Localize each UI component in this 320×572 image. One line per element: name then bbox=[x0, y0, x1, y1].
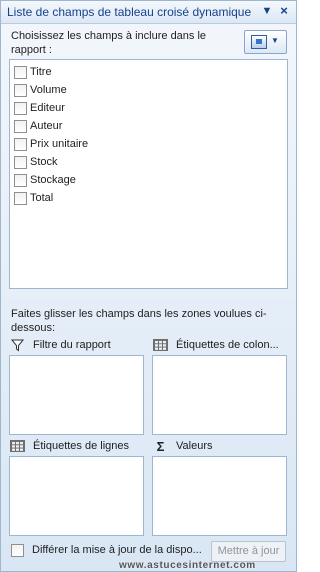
column-labels-zone[interactable] bbox=[152, 355, 287, 435]
pivot-field-list-panel: Liste de champs de tableau croisé dynami… bbox=[0, 0, 297, 572]
field-checkbox[interactable] bbox=[14, 137, 27, 151]
defer-update-row[interactable]: Différer la mise à jour de la dispo... bbox=[11, 542, 202, 558]
field-item-editeur[interactable]: Editeur bbox=[14, 100, 65, 116]
field-label: Editeur bbox=[30, 102, 65, 114]
field-checkbox[interactable] bbox=[14, 101, 27, 115]
drag-instructions: Faites glisser les champs dans les zones… bbox=[11, 308, 267, 334]
panel-title: Liste de champs de tableau croisé dynami… bbox=[7, 5, 252, 19]
field-label: Total bbox=[30, 192, 54, 204]
field-item-auteur[interactable]: Auteur bbox=[14, 118, 62, 134]
field-checkbox[interactable] bbox=[14, 65, 27, 79]
field-item-prix-unitaire[interactable]: Prix unitaire bbox=[14, 136, 88, 152]
field-checkbox[interactable] bbox=[14, 155, 27, 169]
column-grid-icon bbox=[153, 339, 168, 352]
field-checkbox[interactable] bbox=[14, 191, 27, 205]
choose-fields-label: Choisissez les champs à inclure dans le … bbox=[11, 30, 207, 56]
field-label: Auteur bbox=[30, 120, 63, 132]
field-label: Volume bbox=[30, 84, 67, 96]
close-icon[interactable]: × bbox=[277, 4, 291, 18]
column-labels-label: Étiquettes de colon... bbox=[176, 339, 279, 351]
field-layout-button[interactable]: ▼ bbox=[244, 30, 287, 54]
field-layout-icon bbox=[251, 35, 267, 49]
row-grid-icon bbox=[10, 440, 25, 453]
defer-update-checkbox[interactable] bbox=[11, 543, 24, 557]
row-labels-zone[interactable] bbox=[9, 456, 144, 536]
field-item-volume[interactable]: Volume bbox=[14, 82, 67, 98]
values-label: Valeurs bbox=[176, 440, 213, 452]
field-label: Prix unitaire bbox=[30, 138, 89, 150]
field-checkbox[interactable] bbox=[14, 119, 27, 133]
field-label: Stockage bbox=[30, 174, 76, 186]
report-filter-header: Filtre du rapport bbox=[10, 337, 111, 353]
report-filter-label: Filtre du rapport bbox=[33, 339, 111, 351]
update-button[interactable]: Mettre à jour bbox=[211, 541, 286, 562]
field-item-stockage[interactable]: Stockage bbox=[14, 172, 76, 188]
field-checkbox[interactable] bbox=[14, 173, 27, 187]
chevron-down-icon[interactable]: ▼ bbox=[260, 4, 274, 18]
filter-icon bbox=[10, 339, 25, 352]
values-header: Σ Valeurs bbox=[153, 438, 213, 454]
defer-update-label: Différer la mise à jour de la dispo... bbox=[32, 544, 202, 556]
field-item-stock[interactable]: Stock bbox=[14, 154, 58, 170]
field-label: Stock bbox=[30, 156, 58, 168]
field-item-titre[interactable]: Titre bbox=[14, 64, 52, 80]
sigma-icon: Σ bbox=[156, 438, 165, 454]
row-labels-label: Étiquettes de lignes bbox=[33, 440, 130, 452]
values-zone[interactable] bbox=[152, 456, 287, 536]
watermark: www.astucesinternet.com bbox=[119, 560, 256, 571]
chevron-down-icon: ▼ bbox=[271, 36, 279, 45]
titlebar: Liste de champs de tableau croisé dynami… bbox=[1, 1, 296, 24]
field-item-total[interactable]: Total bbox=[14, 190, 53, 206]
column-labels-header: Étiquettes de colon... bbox=[153, 337, 279, 353]
field-list: Titre Volume Editeur Auteur Prix unitair… bbox=[9, 59, 288, 289]
field-checkbox[interactable] bbox=[14, 83, 27, 97]
field-label: Titre bbox=[30, 66, 52, 78]
report-filter-zone[interactable] bbox=[9, 355, 144, 435]
row-labels-header: Étiquettes de lignes bbox=[10, 438, 129, 454]
